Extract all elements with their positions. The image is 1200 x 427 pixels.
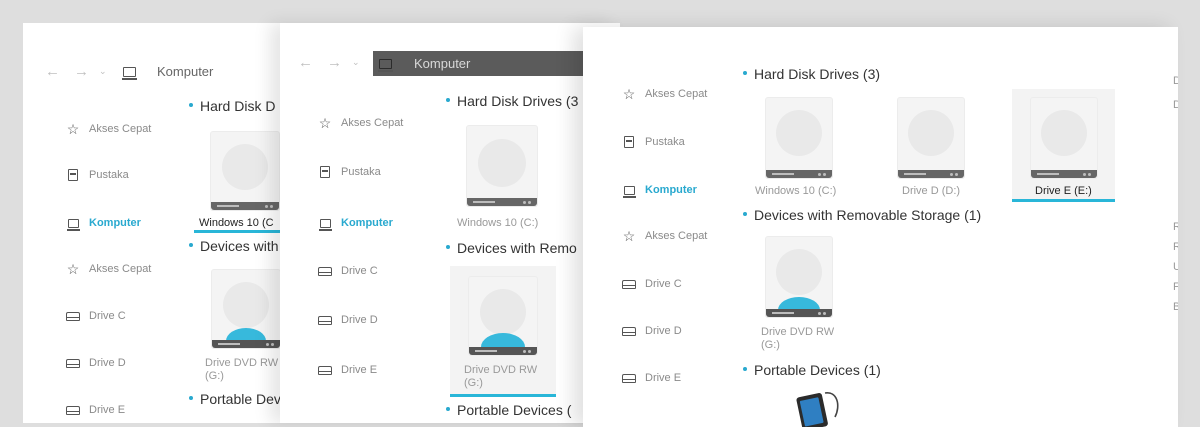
drive-label: Drive E (E:) bbox=[1035, 185, 1092, 197]
sidebar-item-library[interactable]: Pustaka bbox=[317, 165, 381, 179]
drive-label: Drive DVD RW (G:) bbox=[205, 357, 279, 382]
sidebar-item-library[interactable]: Pustaka bbox=[65, 168, 129, 182]
drive-icon bbox=[65, 356, 81, 370]
sidebar-item-quick-access-2[interactable]: ☆ Akses Cepat bbox=[65, 260, 152, 277]
star-icon: ☆ bbox=[622, 227, 636, 244]
star-icon: ☆ bbox=[318, 114, 332, 131]
drive-icon bbox=[65, 309, 81, 323]
dvd-drive-icon bbox=[211, 269, 281, 349]
computer-icon bbox=[317, 216, 333, 231]
drive-tile-e[interactable]: Drive E (E:) bbox=[1012, 89, 1115, 199]
dvd-drive-icon bbox=[468, 276, 538, 356]
drive-tile-c[interactable]: Windows 10 (C:) bbox=[452, 119, 562, 234]
drive-icon bbox=[317, 264, 333, 278]
book-icon bbox=[317, 165, 333, 179]
back-arrow-icon[interactable]: ← bbox=[45, 63, 60, 80]
book-icon bbox=[621, 135, 637, 149]
forward-arrow-icon[interactable]: → bbox=[74, 63, 89, 80]
hard-disk-icon bbox=[466, 125, 538, 207]
sidebar-item-quick-access[interactable]: ☆ Akses Cepat bbox=[621, 85, 708, 102]
sidebar-item-quick-access[interactable]: ☆ Akses Cepat bbox=[317, 114, 404, 131]
drive-tile-dvd[interactable]: Drive DVD RW (G:) bbox=[753, 232, 853, 357]
sidebar-item-drive-c[interactable]: Drive C bbox=[317, 264, 378, 278]
nav-controls: ← → ⌄ bbox=[298, 54, 360, 71]
drive-label: Windows 10 (C:) bbox=[457, 217, 539, 229]
section-removable: Devices with bbox=[189, 238, 279, 254]
sidebar-item-drive-e[interactable]: Drive E bbox=[317, 363, 377, 377]
forward-arrow-icon[interactable]: → bbox=[327, 54, 342, 71]
hard-disk-icon bbox=[1030, 97, 1098, 179]
selection-indicator bbox=[1012, 199, 1115, 202]
selection-indicator bbox=[450, 394, 556, 397]
drive-tile-dvd[interactable]: Drive DVD RW (G:) bbox=[450, 266, 556, 394]
computer-icon bbox=[65, 216, 81, 231]
sidebar-item-computer[interactable]: Komputer bbox=[621, 183, 697, 198]
explorer-window-2: ← → ⌄ Komputer ☆ Akses Cepat Pustaka Komp… bbox=[280, 23, 620, 423]
hard-disk-icon bbox=[897, 97, 965, 179]
drive-icon bbox=[621, 324, 637, 338]
explorer-window-1: ← → ⌄ Komputer ☆ Akses Cepat Pustaka Komp… bbox=[23, 23, 323, 423]
section-hard-disks: Hard Disk Drives (3) bbox=[743, 66, 880, 82]
section-hard-disks: Hard Disk D bbox=[189, 98, 275, 114]
section-removable: Devices with Removable Storage (1) bbox=[743, 207, 981, 223]
explorer-window-3: ☆ Akses Cepat Pustaka Komputer ☆ Akses Cep… bbox=[583, 27, 1178, 427]
star-icon: ☆ bbox=[66, 120, 80, 137]
book-icon bbox=[65, 168, 81, 182]
sidebar-item-quick-access[interactable]: ☆ Akses Cepat bbox=[65, 120, 152, 137]
drive-tile-d[interactable]: Drive D (D:) bbox=[880, 93, 980, 199]
sidebar-item-quick-access-2[interactable]: ☆ Akses Cepat bbox=[621, 227, 708, 244]
drive-icon bbox=[317, 363, 333, 377]
hard-disk-icon bbox=[210, 131, 280, 211]
back-arrow-icon[interactable]: ← bbox=[298, 54, 313, 71]
sidebar-item-drive-e[interactable]: Drive E bbox=[621, 371, 681, 385]
sidebar-item-drive-d[interactable]: Drive D bbox=[65, 356, 126, 370]
section-portable: Portable Dev bbox=[189, 391, 281, 407]
drive-icon bbox=[317, 313, 333, 327]
address-bar[interactable]: Komputer bbox=[122, 64, 214, 80]
address-path: Komputer bbox=[157, 64, 214, 79]
sidebar-item-library[interactable]: Pustaka bbox=[621, 135, 685, 149]
drive-label: Drive DVD RW (G:) bbox=[464, 364, 538, 389]
dvd-drive-icon bbox=[765, 236, 833, 318]
star-icon: ☆ bbox=[66, 260, 80, 277]
sidebar-item-drive-d[interactable]: Drive D bbox=[317, 313, 378, 327]
portable-device-icon[interactable] bbox=[791, 387, 847, 427]
nav-controls: ← → ⌄ bbox=[45, 63, 107, 80]
section-removable: Devices with Remo bbox=[446, 240, 577, 256]
drive-icon bbox=[621, 371, 637, 385]
chevron-down-icon[interactable]: ⌄ bbox=[99, 66, 107, 77]
address-path: Komputer bbox=[414, 56, 471, 71]
hard-disk-icon bbox=[765, 97, 833, 179]
drive-icon bbox=[65, 403, 81, 417]
sidebar-item-computer[interactable]: Komputer bbox=[65, 216, 141, 231]
computer-icon bbox=[122, 66, 137, 80]
section-hard-disks: Hard Disk Drives (3 bbox=[446, 93, 578, 109]
sidebar-item-drive-c[interactable]: Drive C bbox=[621, 277, 682, 291]
star-icon: ☆ bbox=[622, 85, 636, 102]
sidebar-item-drive-e[interactable]: Drive E bbox=[65, 403, 125, 417]
sidebar-item-drive-d[interactable]: Drive D bbox=[621, 324, 682, 338]
cropped-column-text: DD bbox=[1173, 75, 1178, 111]
drive-tile-c[interactable]: Windows 10 (C:) bbox=[748, 93, 848, 199]
drive-label: Drive D (D:) bbox=[902, 185, 961, 197]
drive-icon bbox=[621, 277, 637, 291]
cropped-column-text-2: RRUFB bbox=[1173, 221, 1178, 313]
sidebar-item-computer[interactable]: Komputer bbox=[317, 216, 393, 231]
chevron-down-icon[interactable]: ⌄ bbox=[352, 57, 360, 68]
drive-label: Windows 10 (C bbox=[199, 217, 274, 229]
section-portable: Portable Devices ( bbox=[446, 402, 571, 418]
sidebar-item-drive-c[interactable]: Drive C bbox=[65, 309, 126, 323]
drive-label: Windows 10 (C:) bbox=[755, 185, 837, 197]
computer-icon bbox=[621, 183, 637, 198]
section-portable: Portable Devices (1) bbox=[743, 362, 881, 378]
computer-icon bbox=[378, 58, 393, 72]
drive-label: Drive DVD RW (G:) bbox=[761, 326, 835, 351]
